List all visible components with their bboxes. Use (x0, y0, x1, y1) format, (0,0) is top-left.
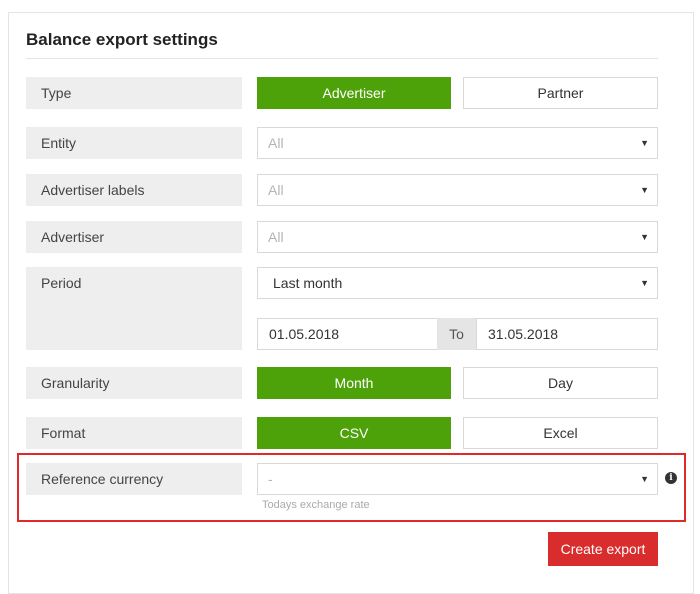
period-value: Last month (273, 275, 343, 291)
advertiser-select[interactable]: All ▼ (257, 221, 658, 253)
type-label: Type (26, 77, 242, 109)
reference-currency-label: Reference currency (26, 463, 242, 495)
period-from-input[interactable]: 01.05.2018 (257, 318, 438, 350)
period-to-input[interactable]: 31.05.2018 (476, 318, 658, 350)
page-title: Balance export settings (26, 30, 218, 49)
advertiser-label: Advertiser (26, 221, 242, 253)
period-label: Period (26, 267, 242, 350)
format-label: Format (26, 417, 242, 449)
chevron-down-icon: ▼ (640, 185, 649, 195)
advertiser-labels-select[interactable]: All ▼ (257, 174, 658, 206)
format-excel-button[interactable]: Excel (463, 417, 658, 449)
create-export-button[interactable]: Create export (548, 532, 658, 566)
reference-currency-value: - (268, 471, 273, 487)
title-divider (26, 58, 658, 59)
entity-label: Entity (26, 127, 242, 159)
chevron-down-icon: ▼ (640, 278, 649, 288)
advertiser-value: All (268, 229, 284, 245)
granularity-month-button[interactable]: Month (257, 367, 451, 399)
chevron-down-icon: ▼ (640, 138, 649, 148)
chevron-down-icon: ▼ (640, 232, 649, 242)
entity-select[interactable]: All ▼ (257, 127, 658, 159)
format-csv-button[interactable]: CSV (257, 417, 451, 449)
entity-value: All (268, 135, 284, 151)
granularity-day-button[interactable]: Day (463, 367, 658, 399)
type-advertiser-button[interactable]: Advertiser (257, 77, 451, 109)
reference-currency-hint: Todays exchange rate (262, 499, 370, 511)
advertiser-labels-value: All (268, 182, 284, 198)
period-select[interactable]: Last month ▼ (257, 267, 658, 299)
reference-currency-select[interactable]: - ▼ (257, 463, 658, 495)
granularity-label: Granularity (26, 367, 242, 399)
type-partner-button[interactable]: Partner (463, 77, 658, 109)
info-icon[interactable]: i (665, 472, 677, 484)
advertiser-labels-label: Advertiser labels (26, 174, 242, 206)
chevron-down-icon: ▼ (640, 474, 649, 484)
period-to-label: To (437, 318, 476, 350)
